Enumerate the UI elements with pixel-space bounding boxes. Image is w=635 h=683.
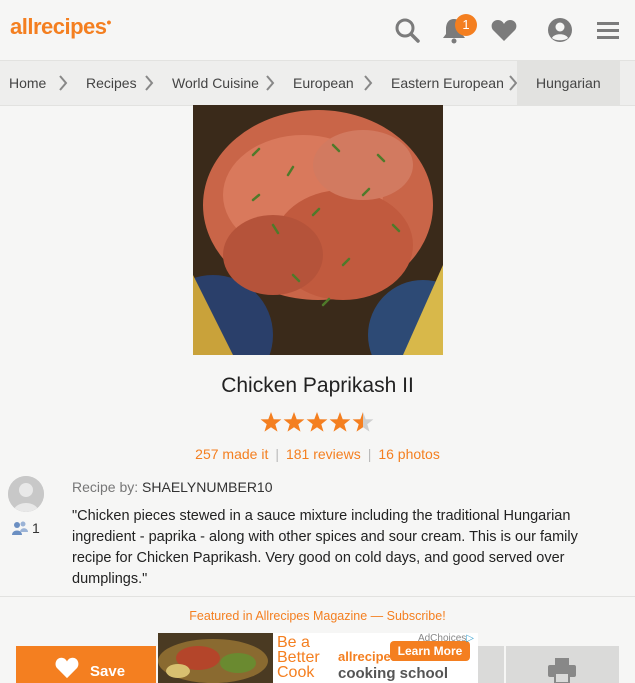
search-icon[interactable] <box>393 16 421 44</box>
ad-brand-logo: allrecipes <box>338 649 398 664</box>
heart-icon <box>55 657 79 679</box>
chevron-right-icon <box>364 75 373 91</box>
breadcrumb-european[interactable]: European <box>293 61 354 105</box>
star-icon <box>329 412 351 432</box>
followers-icon <box>12 521 28 535</box>
save-label: Save <box>90 663 126 680</box>
print-icon <box>548 658 576 683</box>
ad-tagline-line: Better <box>277 649 320 666</box>
reviews-link[interactable]: 181 reviews <box>286 446 361 462</box>
heart-icon[interactable] <box>490 16 518 44</box>
ad-learn-more-button[interactable]: Learn More <box>390 641 470 661</box>
photos-link[interactable]: 16 photos <box>378 446 440 462</box>
menu-icon[interactable] <box>594 16 622 44</box>
author-avatar[interactable] <box>8 476 44 512</box>
print-button[interactable] <box>506 646 619 683</box>
author-name[interactable]: SHAELYNUMBER10 <box>142 479 272 495</box>
recipe-byline: Recipe by: SHAELYNUMBER10 <box>72 479 273 495</box>
advertisement-banner[interactable]: Be a Better Cook allrecipes cooking scho… <box>158 633 478 683</box>
breadcrumb: Home Recipes World Cuisine European East… <box>0 61 635 106</box>
ad-choices-text: AdChoices <box>417 633 467 644</box>
breadcrumb-world-cuisine[interactable]: World Cuisine <box>172 61 259 105</box>
ad-tagline-line: Be a <box>277 634 310 651</box>
notification-badge: 1 <box>455 14 477 36</box>
made-it-link[interactable]: 257 made it <box>195 446 268 462</box>
star-icon <box>306 412 328 432</box>
star-icon <box>283 412 305 432</box>
recipe-stats: 257 made it | 181 reviews | 16 photos <box>195 446 440 462</box>
ad-tagline-line: Cook <box>277 664 315 681</box>
ad-product: cooking school <box>338 665 449 682</box>
recipe-photo[interactable] <box>193 105 443 355</box>
divider <box>0 596 635 597</box>
author-label: Recipe by: <box>72 479 139 495</box>
adchoices-icon: ▷ <box>466 633 474 644</box>
ad-food-image <box>158 633 273 683</box>
save-button[interactable]: Save <box>16 646 156 683</box>
ad-choices-label[interactable]: AdChoices▷ <box>418 633 474 644</box>
recipe-description: "Chicken pieces stewed in a sauce mixtur… <box>72 508 578 587</box>
profile-icon[interactable] <box>546 16 574 44</box>
chevron-right-icon <box>59 75 68 91</box>
ad-tagline: Be a Better Cook <box>277 634 337 681</box>
star-icon <box>260 412 282 432</box>
magazine-subscribe-link[interactable]: Featured in Allrecipes Magazine — Subscr… <box>0 609 635 623</box>
breadcrumb-hungarian[interactable]: Hungarian <box>517 61 620 105</box>
top-bar: allrecipes• 1 <box>0 0 635 61</box>
allrecipes-logo[interactable]: allrecipes• <box>10 14 111 40</box>
half-star-icon <box>352 412 374 432</box>
share-button[interactable] <box>478 646 504 683</box>
breadcrumb-eastern-european[interactable]: Eastern European <box>391 61 504 105</box>
rating-stars[interactable] <box>260 410 375 434</box>
chevron-right-icon <box>145 75 154 91</box>
breadcrumb-home[interactable]: Home <box>9 61 46 105</box>
recipe-title: Chicken Paprikash II <box>221 374 414 397</box>
breadcrumb-recipes[interactable]: Recipes <box>86 61 137 105</box>
follower-count: 1 <box>32 520 40 536</box>
chevron-right-icon <box>266 75 275 91</box>
